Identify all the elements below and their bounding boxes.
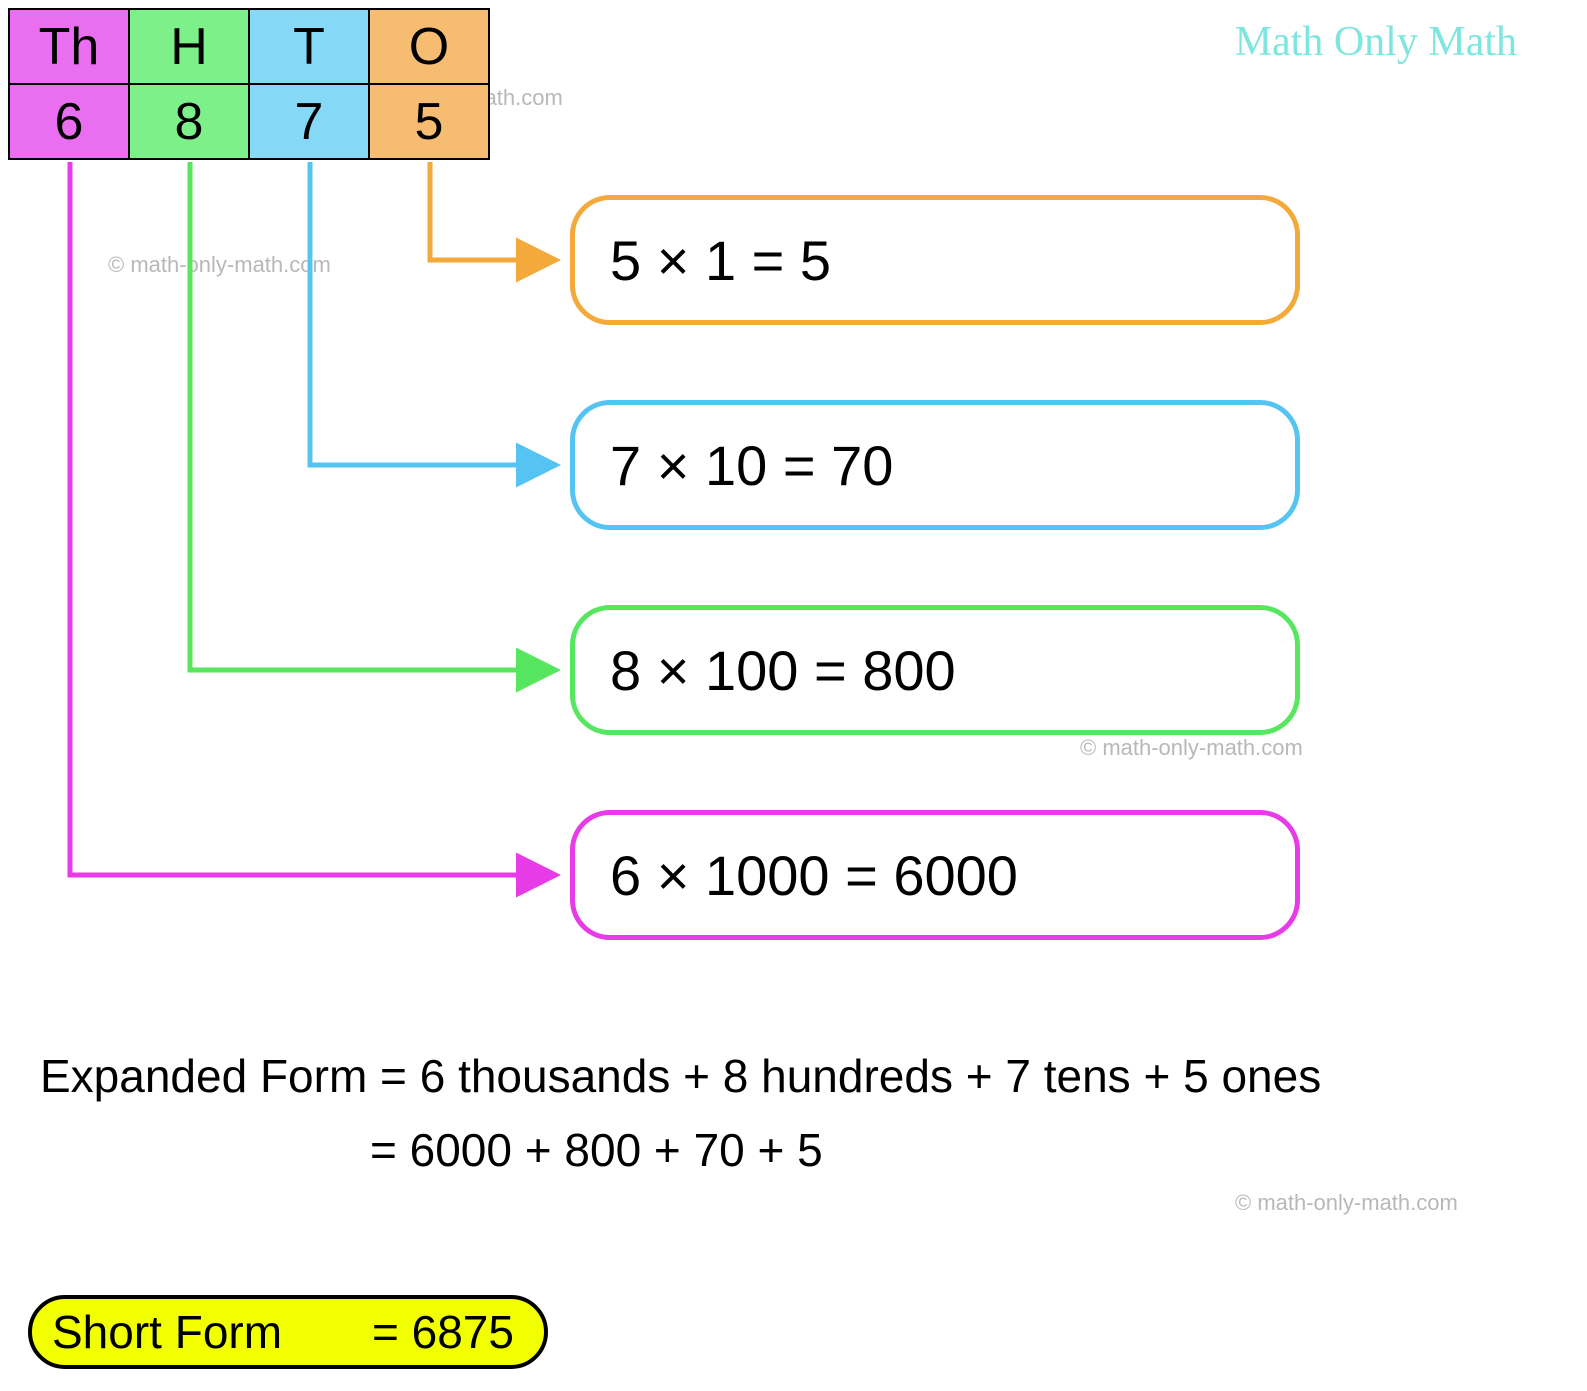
pv-header-ones: O — [369, 9, 489, 84]
expression-thousands: 6 × 1000 = 6000 — [570, 810, 1300, 940]
expanded-form-line2: = 6000 + 800 + 70 + 5 — [40, 1114, 1547, 1188]
expression-ones: 5 × 1 = 5 — [570, 195, 1300, 325]
arrow-tens-icon — [310, 162, 552, 465]
pv-digit-tens: 7 — [249, 84, 369, 159]
short-form-value: = 6875 — [372, 1305, 514, 1359]
pv-header-tens: T — [249, 9, 369, 84]
pv-header-hundreds: H — [129, 9, 249, 84]
pv-digit-thousands: 6 — [9, 84, 129, 159]
expanded-form-text: Expanded Form = 6 thousands + 8 hundreds… — [40, 1040, 1547, 1187]
pv-digit-hundreds: 8 — [129, 84, 249, 159]
pv-digit-ones: 5 — [369, 84, 489, 159]
watermark: © math-only-math.com — [108, 252, 331, 278]
watermark: © math-only-math.com — [1235, 1190, 1458, 1216]
brand-logo-text: Math Only Math — [1235, 18, 1517, 66]
short-form-box: Short Form = 6875 — [28, 1295, 548, 1369]
place-value-table: Th H T O 6 8 7 5 — [8, 8, 490, 160]
arrow-hundreds-icon — [190, 162, 552, 670]
expanded-form-line1: Expanded Form = 6 thousands + 8 hundreds… — [40, 1040, 1547, 1114]
pv-header-thousands: Th — [9, 9, 129, 84]
expression-hundreds: 8 × 100 = 800 — [570, 605, 1300, 735]
arrow-ones-icon — [430, 162, 552, 260]
short-form-label: Short Form — [52, 1305, 372, 1359]
arrow-thousands-icon — [70, 162, 552, 875]
expression-tens: 7 × 10 = 70 — [570, 400, 1300, 530]
watermark: © math-only-math.com — [1080, 735, 1303, 761]
